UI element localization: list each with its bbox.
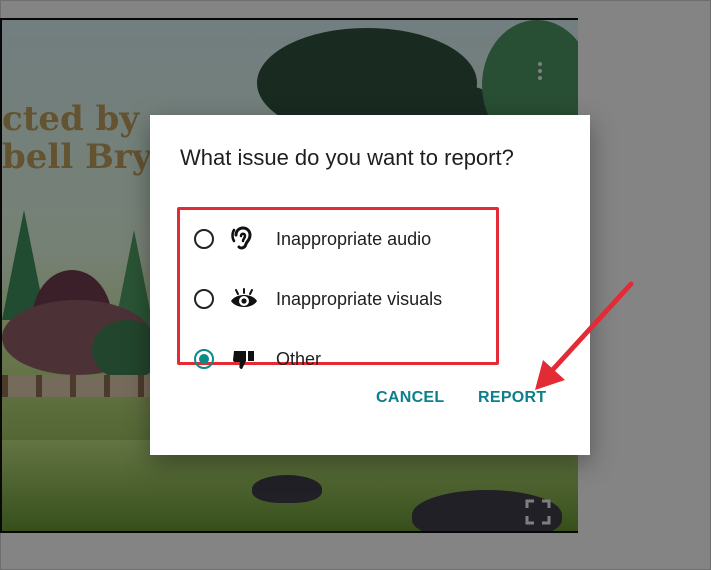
ear-icon — [230, 225, 258, 253]
dialog-title: What issue do you want to report? — [180, 145, 514, 170]
report-options-group: Inappropriate audio Inappropriate visual… — [177, 207, 504, 369]
thumbs-down-icon — [230, 345, 258, 373]
option-inappropriate-visuals[interactable]: Inappropriate visuals — [194, 284, 442, 314]
option-label: Other — [276, 348, 322, 369]
option-other[interactable]: Other — [194, 344, 321, 374]
option-label: Inappropriate visuals — [276, 288, 443, 309]
report-dialog: What issue do you want to report? Inappr… — [150, 115, 590, 455]
radio-button[interactable] — [194, 289, 214, 309]
annotation-arrow — [535, 281, 634, 390]
option-label: Inappropriate audio — [276, 228, 432, 249]
radio-button-selected[interactable] — [194, 349, 214, 369]
radio-button[interactable] — [194, 229, 214, 249]
cancel-button[interactable]: CANCEL — [376, 389, 444, 407]
option-inappropriate-audio[interactable]: Inappropriate audio — [194, 224, 431, 254]
eye-icon — [230, 285, 258, 313]
